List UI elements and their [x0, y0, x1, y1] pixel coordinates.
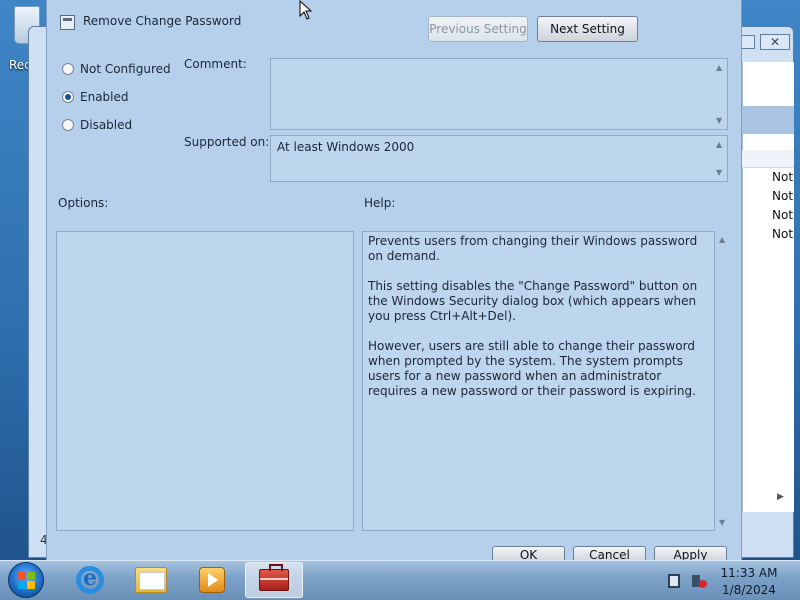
radio-label: Enabled [80, 90, 129, 104]
system-clock[interactable]: 11:33 AM 1/8/2024 [716, 565, 782, 599]
list-item[interactable]: Not [772, 227, 796, 245]
next-setting-button[interactable]: Next Setting [537, 16, 638, 42]
windows-logo-icon [18, 572, 26, 580]
background-pane-header [742, 106, 794, 134]
policy-setting-icon [60, 15, 75, 30]
radio-label: Disabled [80, 118, 133, 132]
network-icon[interactable] [668, 574, 680, 588]
group-policy-editor-icon [259, 564, 289, 591]
radio-disabled[interactable]: Disabled [62, 118, 132, 132]
clock-date: 1/8/2024 [722, 583, 776, 597]
help-paragraph: Prevents users from changing their Windo… [368, 234, 698, 263]
background-column-header[interactable] [742, 150, 794, 168]
help-paragraph: However, users are still able to change … [368, 339, 696, 398]
radio-not-configured[interactable]: Not Configured [62, 62, 171, 76]
media-player-icon [199, 567, 225, 593]
radio-enabled[interactable]: Enabled [62, 90, 129, 104]
taskbar-windows-explorer[interactable] [122, 562, 180, 598]
scroll-right-icon[interactable]: ▶ [777, 492, 784, 502]
supported-scrollbar[interactable]: ▲ ▼ [713, 136, 727, 181]
taskbar [0, 560, 800, 600]
scroll-up-icon[interactable]: ▲ [719, 235, 725, 244]
list-item[interactable]: Not [772, 189, 796, 207]
windows-logo-icon [18, 581, 26, 589]
help-scrollbar[interactable]: ▲ ▼ [716, 231, 730, 531]
scroll-up-icon[interactable]: ▲ [716, 140, 722, 149]
windows-logo-icon [27, 572, 35, 580]
taskbar-group-policy-editor[interactable] [245, 562, 303, 598]
list-item[interactable]: Not [772, 208, 796, 226]
internet-explorer-icon [76, 565, 104, 594]
dialog-title: Remove Change Password [83, 14, 242, 28]
comment-scrollbar[interactable]: ▲ ▼ [713, 59, 727, 129]
comment-field[interactable]: ▲ ▼ [270, 58, 728, 130]
windows-logo-icon [27, 581, 35, 589]
radio-label: Not Configured [80, 62, 171, 76]
radio-circle[interactable] [62, 119, 74, 131]
scroll-down-icon[interactable]: ▼ [719, 518, 725, 527]
mouse-cursor-icon [299, 0, 313, 20]
radio-circle[interactable] [62, 63, 74, 75]
clock-time: 11:33 AM [720, 566, 778, 580]
list-item[interactable]: Not [772, 170, 796, 188]
taskbar-media-player[interactable] [183, 562, 241, 598]
scroll-down-icon[interactable]: ▼ [716, 168, 722, 177]
previous-setting-button[interactable]: Previous Setting [428, 16, 528, 42]
scroll-down-icon[interactable]: ▼ [716, 116, 722, 125]
help-paragraph: This setting disables the "Change Passwo… [368, 279, 698, 323]
close-button[interactable]: ✕ [760, 34, 790, 50]
help-pane: Prevents users from changing their Windo… [362, 231, 715, 531]
volume-muted-icon[interactable] [692, 575, 707, 588]
supported-on-value: At least Windows 2000 [277, 140, 415, 154]
taskbar-internet-explorer[interactable] [61, 562, 119, 598]
windows-explorer-icon [135, 567, 167, 593]
radio-circle-selected[interactable] [62, 91, 74, 103]
start-button[interactable] [8, 562, 44, 598]
options-label: Options: [58, 196, 109, 210]
comment-label: Comment: [184, 57, 247, 71]
help-label: Help: [364, 196, 396, 210]
supported-on-field: At least Windows 2000 ▲ ▼ [270, 135, 728, 182]
supported-on-label: Supported on: [184, 135, 270, 149]
options-pane [56, 231, 354, 531]
scroll-up-icon[interactable]: ▲ [716, 63, 722, 72]
